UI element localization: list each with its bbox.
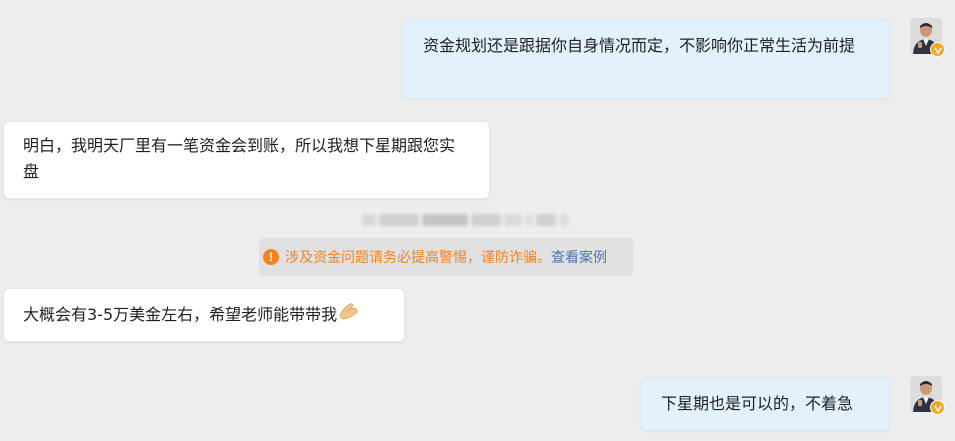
message-text: 下星期也是可以的，不着急 — [661, 394, 854, 413]
verified-badge-icon — [930, 400, 945, 415]
view-cases-link[interactable]: 查看案例 — [551, 247, 607, 267]
blurred-text — [362, 208, 602, 232]
verified-badge-icon — [930, 42, 945, 57]
message-text: 资金规划还是跟据你自身情况而定，不影响你正常生活为前提 — [423, 36, 856, 55]
avatar[interactable] — [910, 376, 945, 415]
message-bubble-other[interactable]: 明白，我明天厂里有一笔资金会到账，所以我想下星期跟您实盘 — [3, 121, 490, 199]
message-text: 大概会有3-5万美金左右，希望老师能带带我 — [23, 305, 338, 324]
message-bubble-self[interactable]: 资金规划还是跟据你自身情况而定，不影响你正常生活为前提 — [402, 19, 890, 99]
avatar[interactable] — [910, 18, 945, 57]
message-bubble-other[interactable]: 大概会有3-5万美金左右，希望老师能带带我 — [3, 288, 405, 342]
message-bubble-self[interactable]: 下星期也是可以的，不着急 — [640, 377, 890, 431]
notice-text: 涉及资金问题请务必提高警惕，谨防诈骗。 — [285, 250, 551, 266]
message-text: 明白，我明天厂里有一笔资金会到账，所以我想下星期跟您实盘 — [23, 136, 456, 181]
pray-hands-icon — [338, 301, 360, 329]
security-notice: ! 涉及资金问题请务必提高警惕，谨防诈骗。 查看案例 — [259, 238, 633, 276]
warning-icon: ! — [263, 249, 279, 265]
